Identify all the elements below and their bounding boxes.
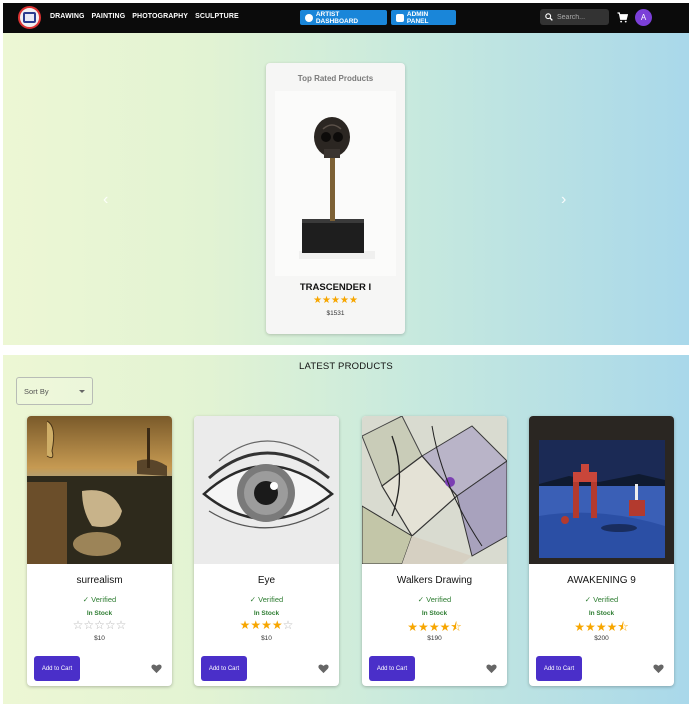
top-product-rating: ★★★★★ — [313, 295, 358, 306]
chevron-left-icon[interactable]: ‹ — [103, 191, 108, 209]
top-rated-title: Top Rated Products — [297, 74, 374, 83]
verified-badge: ✓ Verified — [362, 595, 507, 604]
product-image — [27, 416, 172, 564]
cart-icon[interactable] — [617, 12, 628, 23]
navbar: DRAWING PAINTING PHOTOGRAPHY SCULPTURE A… — [3, 3, 689, 33]
rating-stars: ☆☆☆☆☆ — [72, 618, 127, 632]
verified-label: Verified — [258, 595, 284, 604]
product-name: Walkers Drawing — [396, 575, 473, 586]
top-rated-card[interactable]: Top Rated Products TRASCENDER I ★★★★★ $1… — [266, 63, 405, 334]
stock-status: In Stock — [86, 610, 113, 617]
stock-status: In Stock — [421, 610, 448, 617]
product-name: AWAKENING 9 — [567, 575, 636, 586]
nav-link-sculpture[interactable]: SCULPTURE — [195, 13, 239, 20]
top-product-price: $1531 — [326, 310, 345, 317]
product-name: Eye — [257, 575, 276, 586]
product-price: $190 — [427, 635, 442, 642]
chevron-down-icon — [79, 390, 85, 393]
product-price: $10 — [261, 635, 272, 642]
nav-link-photography[interactable]: PHOTOGRAPHY — [132, 13, 188, 20]
artist-dashboard-label: ARTIST DASHBOARD — [315, 10, 359, 25]
nav-link-painting[interactable]: PAINTING — [92, 13, 126, 20]
check-icon: ✓ — [82, 595, 90, 604]
sort-select[interactable]: Sort By — [16, 377, 93, 405]
verified-badge: ✓ Verified — [529, 595, 674, 604]
product-card[interactable]: surrealism ✓ Verified In Stock ☆☆☆☆☆ $10… — [27, 416, 172, 686]
hero-carousel: ‹ › Top Rated Products TRASCENDER I ★★★★… — [3, 33, 689, 345]
avatar[interactable]: A — [635, 9, 652, 26]
heart-icon[interactable] — [151, 663, 162, 674]
verified-badge: ✓ Verified — [194, 595, 339, 604]
palette-icon — [305, 13, 313, 22]
product-price: $10 — [94, 635, 105, 642]
chevron-right-icon[interactable]: › — [561, 191, 566, 209]
admin-panel-label: ADMIN PANEL — [406, 10, 429, 25]
product-image — [362, 416, 507, 564]
sort-label: Sort By — [24, 386, 49, 396]
page: DRAWING PAINTING PHOTOGRAPHY SCULPTURE A… — [0, 0, 695, 704]
top-product-name: TRASCENDER I — [299, 282, 372, 293]
product-card[interactable]: Walkers Drawing ✓ Verified In Stock ★★★★… — [362, 416, 507, 686]
nav-links: DRAWING PAINTING PHOTOGRAPHY SCULPTURE — [50, 13, 239, 20]
check-icon: ✓ — [584, 595, 592, 604]
product-image — [194, 416, 339, 564]
verified-badge: ✓ Verified — [27, 595, 172, 604]
logo-icon[interactable] — [18, 6, 41, 29]
add-to-cart-button[interactable]: Add to Cart — [34, 656, 80, 681]
artist-dashboard-button[interactable]: ARTIST DASHBOARD — [300, 10, 387, 25]
verified-label: Verified — [426, 595, 452, 604]
heart-icon[interactable] — [486, 663, 497, 674]
stock-status: In Stock — [588, 610, 615, 617]
verified-label: Verified — [593, 595, 619, 604]
product-card[interactable]: Eye ✓ Verified In Stock ★★★★☆ $10 Add to… — [194, 416, 339, 686]
latest-products-section: LATEST PRODUCTS Sort By surrealism ✓ Ver… — [3, 355, 689, 704]
heart-icon[interactable] — [318, 663, 329, 674]
check-icon: ✓ — [249, 595, 257, 604]
add-to-cart-button[interactable]: Add to Cart — [536, 656, 582, 681]
add-to-cart-button[interactable]: Add to Cart — [369, 656, 415, 681]
admin-panel-button[interactable]: ADMIN PANEL — [391, 10, 456, 25]
nav-link-drawing[interactable]: DRAWING — [50, 13, 85, 20]
search-box — [540, 9, 609, 25]
check-icon: ✓ — [417, 595, 425, 604]
product-image — [529, 416, 674, 564]
search-icon — [545, 13, 553, 21]
product-price: $200 — [594, 635, 609, 642]
product-card[interactable]: AWAKENING 9 ✓ Verified In Stock ★★★★⯪ $2… — [529, 416, 674, 686]
search-input[interactable] — [557, 13, 607, 21]
rating-stars: ★★★★☆ — [239, 618, 294, 632]
section-title: LATEST PRODUCTS — [299, 361, 393, 372]
heart-icon[interactable] — [653, 663, 664, 674]
shield-icon — [396, 13, 404, 22]
product-name: surrealism — [76, 575, 123, 586]
verified-label: Verified — [91, 595, 117, 604]
product-image — [275, 91, 396, 276]
add-to-cart-button[interactable]: Add to Cart — [201, 656, 247, 681]
stock-status: In Stock — [253, 610, 280, 617]
